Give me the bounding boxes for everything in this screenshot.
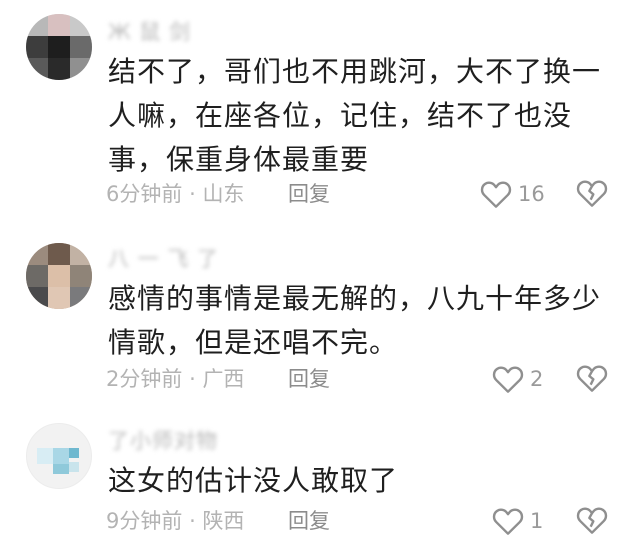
avatar[interactable]	[26, 243, 92, 309]
dislike-button[interactable]	[576, 178, 608, 210]
reply-button[interactable]: 回复	[288, 365, 330, 393]
comment-item: Ж￼ 鼠 剑 结不了，哥们也不用跳河，大不了换一人嘛，在座各位，记住，结不了也没…	[0, 0, 640, 225]
meta-separator: ·	[189, 509, 196, 533]
comment-item: 了小师对物 这女的估计没人敢取了 9分钟前 · 陕西 回复 1	[0, 405, 640, 541]
comment-location: 山东	[202, 182, 245, 206]
comment-username[interactable]: 八 一 飞 了	[108, 247, 219, 271]
meta-separator: ·	[189, 367, 196, 391]
like-button[interactable]: 2	[492, 363, 543, 395]
like-count: 1	[530, 509, 544, 533]
comment-username[interactable]: Ж￼ 鼠 剑	[108, 20, 191, 44]
like-count: 16	[518, 182, 545, 206]
reply-button[interactable]: 回复	[288, 180, 330, 208]
comment-text: 感情的事情是最无解的，八九十年多少情歌，但是还唱不完。	[108, 282, 602, 359]
heart-outline-icon	[480, 179, 512, 209]
comment-meta: 6分钟前 · 山东	[106, 180, 244, 208]
comment-time: 6分钟前	[106, 182, 183, 206]
like-button[interactable]: 1	[492, 505, 543, 537]
dislike-button[interactable]	[576, 363, 608, 395]
meta-separator: ·	[189, 182, 196, 206]
comment-time: 2分钟前	[106, 367, 183, 391]
reply-button[interactable]: 回复	[288, 507, 330, 535]
heart-outline-icon	[492, 506, 524, 536]
like-button[interactable]: 16	[480, 178, 545, 210]
comment-item: 八 一 飞 了 感情的事情是最无解的，八九十年多少情歌，但是还唱不完。 2分钟前…	[0, 225, 640, 405]
like-count: 2	[530, 367, 544, 391]
comment-location: 广西	[202, 367, 245, 391]
broken-heart-icon	[576, 505, 608, 535]
avatar[interactable]	[26, 423, 92, 489]
comment-time: 9分钟前	[106, 509, 183, 533]
broken-heart-icon	[576, 363, 608, 393]
broken-heart-icon	[576, 178, 608, 208]
comment-meta: 2分钟前 · 广西	[106, 365, 244, 393]
comment-location: 陕西	[202, 509, 245, 533]
comment-meta: 9分钟前 · 陕西	[106, 507, 244, 535]
heart-outline-icon	[492, 364, 524, 394]
comment-text: 这女的估计没人敢取了	[108, 464, 399, 497]
dislike-button[interactable]	[576, 505, 608, 537]
avatar[interactable]	[26, 14, 92, 80]
comment-username[interactable]: 了小师对物	[108, 429, 218, 453]
comment-text: 结不了，哥们也不用跳河，大不了换一人嘛，在座各位，记住，结不了也没事，保重身体最…	[108, 55, 602, 176]
